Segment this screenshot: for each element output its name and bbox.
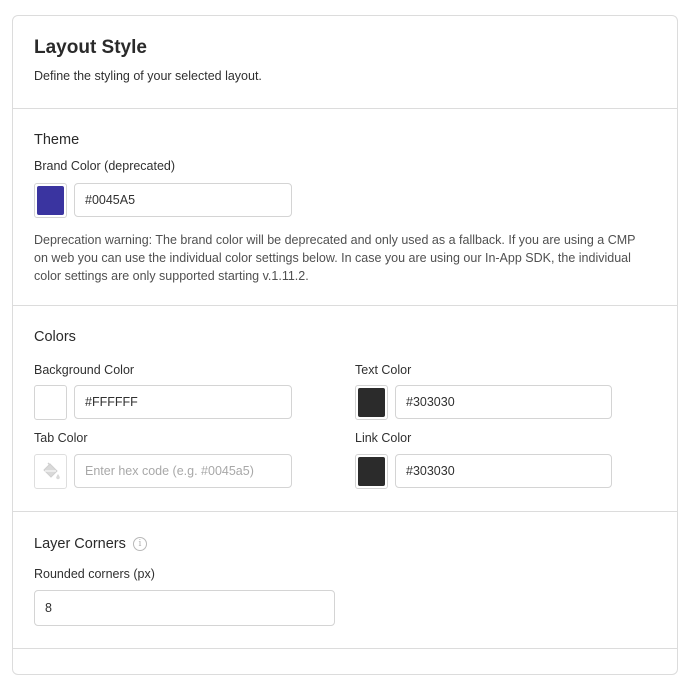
brand-color-swatch[interactable] <box>34 183 67 218</box>
layout-style-card: Layout Style Define the styling of your … <box>12 15 678 675</box>
text-color-swatch-fill <box>358 388 385 417</box>
rounded-corners-label: Rounded corners (px) <box>34 567 155 581</box>
page-title: Layout Style <box>34 37 147 58</box>
tab-color-swatch[interactable] <box>34 454 67 489</box>
link-color-label: Link Color <box>355 431 412 445</box>
background-color-input[interactable] <box>74 385 292 419</box>
divider <box>13 108 677 109</box>
paint-bucket-icon <box>43 462 60 480</box>
rounded-corners-input[interactable] <box>34 590 335 626</box>
brand-color-swatch-fill <box>37 186 64 215</box>
deprecation-warning: Deprecation warning: The brand color wil… <box>34 233 636 283</box>
tab-color-label: Tab Color <box>34 431 88 445</box>
link-color-swatch[interactable] <box>355 454 388 489</box>
background-color-label: Background Color <box>34 363 135 377</box>
text-color-swatch[interactable] <box>355 385 388 420</box>
page-description: Define the styling of your selected layo… <box>34 69 262 83</box>
brand-color-label: Brand Color (deprecated) <box>34 159 176 173</box>
layer-corners-title: Layer Corners <box>34 536 126 552</box>
brand-color-input[interactable] <box>74 183 292 217</box>
divider <box>13 305 677 306</box>
divider <box>13 511 677 512</box>
text-color-input[interactable] <box>395 385 612 419</box>
divider <box>13 648 677 649</box>
colors-section-title: Colors <box>34 329 76 345</box>
info-icon[interactable]: i <box>133 537 147 551</box>
background-color-swatch-fill <box>37 388 64 417</box>
link-color-input[interactable] <box>395 454 612 488</box>
background-color-swatch[interactable] <box>34 385 67 420</box>
tab-color-input[interactable] <box>74 454 292 488</box>
theme-section-title: Theme <box>34 132 80 148</box>
link-color-swatch-fill <box>358 457 385 486</box>
text-color-label: Text Color <box>355 363 412 377</box>
